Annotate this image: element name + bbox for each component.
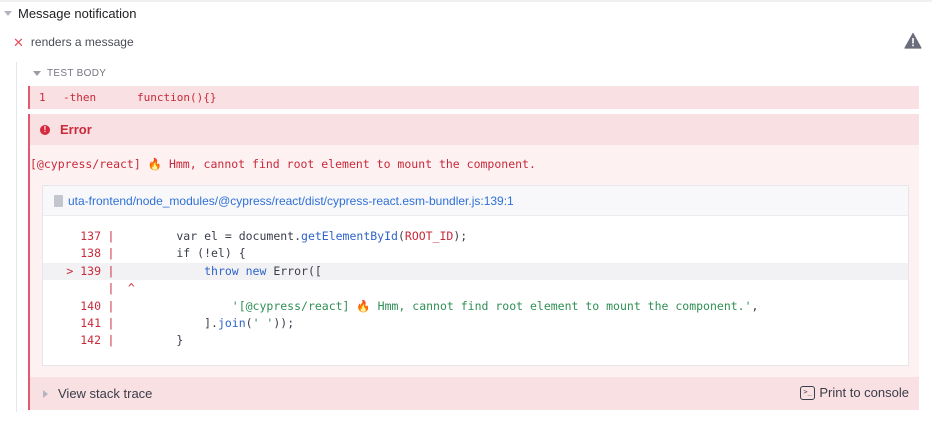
error-footer: View stack trace >_ Print to console — [30, 377, 919, 410]
code-line-139-highlighted: > 139 | throw new Error([ — [43, 262, 908, 281]
line-number: 142 — [66, 333, 101, 348]
gutter-bar: | — [107, 263, 115, 278]
print-to-console-button[interactable]: >_ Print to console — [800, 385, 909, 400]
code-function: getElementById — [301, 229, 398, 243]
code-string: '[@cypress/react] 🔥 Hmm, cannot find roo… — [231, 298, 752, 313]
gutter-bar: | — [107, 246, 115, 261]
file-path-link[interactable]: uta-frontend/node_modules/@cypress/react… — [68, 194, 514, 208]
test-header[interactable]: ✕ renders a message — [0, 32, 932, 52]
code-text: ( — [245, 315, 253, 330]
error-panel: ! Error [@cypress/react] 🔥 Hmm, cannot f… — [28, 114, 919, 410]
failed-x-icon: ✕ — [13, 34, 24, 50]
gutter-bar: | — [107, 298, 115, 313]
line-number — [43, 280, 101, 297]
code-caret-line: | ^ — [43, 280, 908, 297]
line-number: 137 — [66, 229, 101, 243]
code-identifier: ROOT_ID — [404, 229, 454, 243]
code-text: ( — [397, 229, 405, 243]
gutter-bar: | — [107, 333, 115, 348]
test-indent-line — [16, 62, 17, 412]
file-icon — [54, 194, 63, 207]
line-number: > 139 — [66, 263, 101, 278]
gutter-bar: | — [107, 281, 115, 296]
code-text: ]. — [121, 315, 218, 330]
gutter-bar: | — [107, 315, 115, 330]
code-line-138: 138 | if (!el) { — [43, 245, 908, 262]
code-frame-header: uta-frontend/node_modules/@cypress/react… — [43, 186, 908, 216]
chevron-right-icon[interactable] — [43, 389, 48, 398]
code-line-142: 142 | } — [43, 332, 908, 349]
test-body-toggle[interactable]: TEST BODY — [33, 66, 106, 80]
view-stack-trace-toggle[interactable]: View stack trace — [58, 386, 152, 401]
chevron-down-icon[interactable] — [4, 10, 12, 16]
chevron-down-icon — [33, 70, 41, 76]
test-body-label: TEST BODY — [47, 67, 107, 79]
line-number: 138 — [66, 246, 101, 261]
code-text: Error([ — [266, 263, 322, 278]
code-text: ); — [453, 229, 468, 243]
command-message: function(){} — [137, 91, 217, 104]
code-lines: 137 | var el = document. getElementById(RO… — [43, 228, 908, 350]
code-frame: uta-frontend/node_modules/@cypress/react… — [42, 185, 909, 366]
suite-header[interactable]: Message notification — [0, 4, 137, 22]
line-number: 141 — [66, 315, 101, 330]
code-line-140: 140 | '[@cypress/react] 🔥 Hmm, cannot fin… — [43, 298, 908, 315]
error-icon: ! — [40, 124, 50, 135]
code-function: join — [217, 315, 246, 330]
command-row[interactable]: 1 -then function(){} — [28, 86, 919, 109]
code-text: , — [751, 298, 759, 313]
error-message: [@cypress/react] 🔥 Hmm, cannot find root… — [30, 157, 536, 171]
error-caret: ^ — [121, 281, 135, 296]
gutter-bar: | — [107, 229, 115, 243]
command-number: 1 — [39, 91, 46, 104]
suite-title: Message notification — [18, 5, 137, 21]
code-text: if (!el) { — [121, 246, 246, 261]
code-text: } — [121, 333, 184, 348]
error-header: ! Error — [30, 114, 919, 145]
code-line-141: 141 | ]. join(' ')); — [43, 315, 908, 332]
line-number: 140 — [66, 298, 101, 313]
code-keyword: throw new — [204, 263, 267, 278]
print-to-console-label: Print to console — [819, 385, 909, 400]
warning-icon[interactable] — [904, 32, 922, 50]
error-title: Error — [60, 122, 92, 137]
error-message-text: [@cypress/react] 🔥 Hmm, cannot find root… — [30, 157, 536, 171]
test-title: renders a message — [30, 35, 134, 49]
top-divider — [0, 0, 932, 2]
code-line-137: 137 | var el = document. getElementById(RO… — [43, 228, 908, 245]
command-name: -then — [63, 91, 97, 104]
code-text: )); — [273, 315, 295, 330]
code-text: var el = document. — [121, 229, 302, 243]
terminal-icon: >_ — [800, 385, 816, 400]
code-string: ' ' — [252, 315, 274, 330]
